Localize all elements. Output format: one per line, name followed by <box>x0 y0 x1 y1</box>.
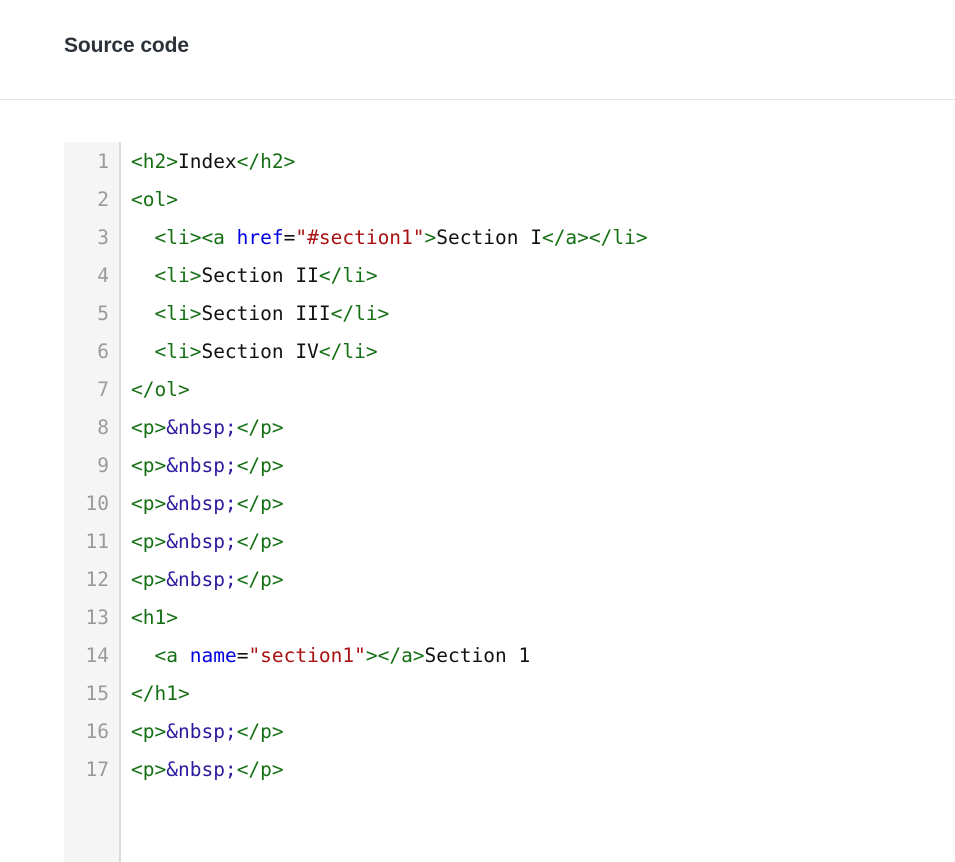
line-number-gutter: 1 2 3 4 5 6 7 8 9 10 11 12 13 14 15 16 17 <box>64 142 121 862</box>
code-token-tag: </p> <box>236 492 284 515</box>
line-number: 17 <box>85 758 109 781</box>
code-token-tag: </li> <box>330 302 390 325</box>
code-line: <a name="section1"></a>Section 1 <box>131 637 955 675</box>
code-token-tag: </p> <box>236 416 284 439</box>
code-token-tag: <li> <box>154 340 202 363</box>
code-token-tag: <p> <box>131 568 167 591</box>
code-line: <p>&nbsp;</p> <box>131 713 955 751</box>
code-line: </h1> <box>131 675 955 713</box>
source-code-region: 1 2 3 4 5 6 7 8 9 10 11 12 13 14 15 16 17 <h2>Index</h2>… <box>0 100 955 862</box>
line-number: 6 <box>97 340 109 363</box>
code-token-entity: &nbsp; <box>166 720 237 743</box>
code-token-attr: name <box>189 644 237 667</box>
code-token-attr: href <box>236 226 284 249</box>
code-token-tag: <p> <box>131 492 167 515</box>
line-number: 13 <box>85 606 109 629</box>
code-token-tag: <h1> <box>131 606 178 629</box>
code-token-text: Section II <box>201 264 319 287</box>
code-token-punct: = <box>236 644 249 667</box>
code-content[interactable]: <h2>Index</h2> <ol> <li><a href="#section… <box>121 142 955 862</box>
line-number: 12 <box>85 568 109 591</box>
page-title: Source code <box>64 33 189 57</box>
code-line: <ol> <box>131 181 955 219</box>
line-number: 15 <box>85 682 109 705</box>
code-token-entity: &nbsp; <box>166 758 237 781</box>
code-token-tag: </a></li> <box>541 226 648 249</box>
line-number: 9 <box>97 454 109 477</box>
code-line: <h1> <box>131 599 955 637</box>
code-token-entity: &nbsp; <box>166 568 237 591</box>
code-token-val: "section1" <box>248 644 366 667</box>
line-number: 7 <box>97 378 109 401</box>
code-token-tag: <li><a <box>154 226 237 249</box>
code-token-text: Section I <box>436 226 542 249</box>
line-number: 4 <box>97 264 109 287</box>
line-number: 2 <box>97 188 109 211</box>
code-token-tag: > <box>424 226 437 249</box>
line-number: 3 <box>97 226 109 249</box>
code-line: <li><a href="#section1">Section I</a></l… <box>131 219 955 257</box>
code-line: <li>Section IV</li> <box>131 333 955 371</box>
page-header: Source code <box>0 0 955 100</box>
code-token-tag: <h2> <box>131 150 178 173</box>
code-token-tag: </p> <box>236 720 284 743</box>
line-number: 10 <box>85 492 109 515</box>
code-token-tag: <ol> <box>131 188 178 211</box>
code-token-tag: <li> <box>154 264 202 287</box>
code-token-entity: &nbsp; <box>166 530 237 553</box>
code-token-tag: </ol> <box>131 378 190 401</box>
code-line: <p>&nbsp;</p> <box>131 751 955 789</box>
code-line: <p>&nbsp;</p> <box>131 409 955 447</box>
code-token-tag: </li> <box>318 264 378 287</box>
code-token-tag: <p> <box>131 454 167 477</box>
code-token-text: Section 1 <box>424 644 531 667</box>
code-token-entity: &nbsp; <box>166 492 237 515</box>
code-token-text: Section III <box>201 302 331 325</box>
code-line: <p>&nbsp;</p> <box>131 485 955 523</box>
code-line: <p>&nbsp;</p> <box>131 447 955 485</box>
code-line: <p>&nbsp;</p> <box>131 523 955 561</box>
code-token-tag: </h2> <box>236 150 296 173</box>
code-line: <li>Section III</li> <box>131 295 955 333</box>
code-token-tag: </p> <box>236 530 284 553</box>
code-token-tag: <p> <box>131 758 167 781</box>
code-line: <li>Section II</li> <box>131 257 955 295</box>
code-token-tag: </p> <box>236 568 284 591</box>
code-token-entity: &nbsp; <box>166 416 237 439</box>
line-number: 16 <box>85 720 109 743</box>
code-token-val: "#section1" <box>295 226 425 249</box>
code-token-tag: <li> <box>154 302 202 325</box>
line-number: 5 <box>97 302 109 325</box>
line-number: 11 <box>85 530 109 553</box>
code-token-tag: <p> <box>131 416 167 439</box>
code-token-text: Index <box>177 150 237 173</box>
line-number: 8 <box>97 416 109 439</box>
line-number: 14 <box>85 644 109 667</box>
code-token-text: Section IV <box>201 340 319 363</box>
code-token-tag: <p> <box>131 720 167 743</box>
code-line: <h2>Index</h2> <box>131 143 955 181</box>
code-token-tag: </h1> <box>131 682 190 705</box>
code-line: <p>&nbsp;</p> <box>131 561 955 599</box>
code-token-entity: &nbsp; <box>166 454 237 477</box>
code-line: </ol> <box>131 371 955 409</box>
code-token-tag: </p> <box>236 758 284 781</box>
code-token-tag: <p> <box>131 530 167 553</box>
code-token-punct: = <box>283 226 296 249</box>
code-token-tag: </p> <box>236 454 284 477</box>
code-token-tag: <a <box>154 644 190 667</box>
code-token-tag: </li> <box>318 340 378 363</box>
code-block: 1 2 3 4 5 6 7 8 9 10 11 12 13 14 15 16 17 <h2>Index</h2>… <box>64 142 955 862</box>
line-number: 1 <box>97 150 109 173</box>
code-token-tag: ></a> <box>365 644 425 667</box>
